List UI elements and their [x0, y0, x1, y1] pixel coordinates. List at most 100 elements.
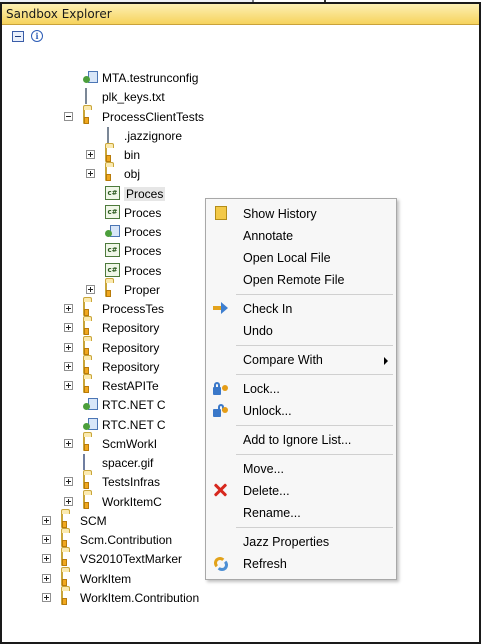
tree-file-row[interactable]: MTA.testrunconfig — [83, 68, 198, 88]
expand-toggle-icon[interactable] — [42, 515, 51, 525]
menu-item-move[interactable]: Move... — [206, 458, 396, 480]
menu-item-compare-with[interactable]: Compare With — [206, 349, 396, 371]
menu-item-open-remote-file[interactable]: Open Remote File — [206, 269, 396, 291]
expand-toggle-icon[interactable] — [86, 169, 95, 179]
tree-file-row[interactable]: c# Proces — [105, 261, 161, 281]
tree-folder-row[interactable]: ScmWorkI — [64, 434, 157, 454]
menu-item-label: Delete... — [243, 484, 290, 498]
menu-item-delete[interactable]: Delete... — [206, 480, 396, 502]
menu-separator — [236, 374, 393, 375]
expand-toggle-icon[interactable] — [64, 496, 73, 506]
tree-item-label: plk_keys.txt — [102, 90, 165, 105]
tree-item-label: Proces — [124, 225, 162, 239]
expand-toggle-icon[interactable] — [64, 438, 73, 448]
tree-item-label: VS2010TextMarker — [80, 552, 183, 567]
tree-folder-row[interactable]: Proper — [86, 280, 160, 300]
menu-item-undo[interactable]: Undo — [206, 320, 396, 342]
tree-folder-row[interactable]: Repository — [64, 338, 159, 358]
delete-icon — [213, 483, 229, 499]
tree-folder-row[interactable]: VS2010TextMarker — [42, 549, 183, 569]
menu-item-label: Annotate — [243, 229, 294, 243]
menu-item-show-history[interactable]: Show History — [206, 203, 396, 225]
tree-item-label: ProcessClientTests — [102, 109, 205, 124]
expand-toggle-icon[interactable] — [64, 381, 73, 390]
menu-item-rename[interactable]: Rename... — [206, 502, 396, 524]
tree-file-row[interactable]: RTC.NET C — [83, 415, 166, 435]
expand-toggle-icon[interactable] — [64, 477, 73, 487]
tree-folder-row[interactable]: ProcessClientTests — [64, 107, 205, 127]
menu-item-open-local-file[interactable]: Open Local File — [206, 247, 396, 269]
menu-item-label: Jazz Properties — [243, 535, 330, 549]
tree-folder-row[interactable]: WorkItem.Contribution — [42, 588, 199, 608]
expand-toggle-icon[interactable] — [64, 342, 73, 352]
tree-item-label: Repository — [102, 321, 160, 336]
folder-icon — [61, 511, 77, 529]
panel-titlebar[interactable]: Sandbox Explorer — [2, 4, 479, 25]
tree-file-row[interactable]: spacer.gif — [83, 453, 153, 473]
tree-item-label: Proces — [124, 263, 162, 278]
menu-item-lock[interactable]: Lock... — [206, 378, 396, 400]
tree-folder-row[interactable]: Repository — [64, 318, 160, 338]
menu-item-annotate[interactable]: Annotate — [206, 225, 396, 247]
tree-folder-row[interactable]: ProcessTes — [64, 299, 164, 319]
tree-folder-row[interactable]: obj — [86, 164, 140, 184]
info-button[interactable]: i — [29, 28, 45, 44]
submenu-arrow-icon — [384, 357, 388, 365]
expand-toggle-icon[interactable] — [64, 323, 73, 333]
expand-toggle-icon[interactable] — [42, 573, 51, 583]
expand-toggle-icon[interactable] — [64, 361, 73, 371]
csharp-file-icon: c# — [105, 262, 121, 279]
tree-file-row[interactable]: Proces — [105, 222, 161, 242]
tree-folder-row[interactable]: Scm.Contribution — [42, 530, 172, 550]
tree-item-label: Proces — [124, 186, 166, 201]
menu-separator — [236, 294, 393, 295]
tree-folder-row[interactable]: TestsInfras — [64, 472, 160, 492]
tree-folder-row[interactable]: WorkItem — [42, 569, 132, 589]
menu-item-check-in[interactable]: Check In — [206, 298, 396, 320]
folder-icon — [83, 357, 99, 375]
expand-toggle-icon[interactable] — [42, 535, 51, 544]
tree-item-label: WorkItem — [80, 571, 132, 586]
tree-file-row[interactable]: c# Proces — [105, 241, 161, 261]
collapse-all-button[interactable] — [10, 28, 26, 44]
menu-item-unlock[interactable]: Unlock... — [206, 400, 396, 422]
expand-toggle-icon[interactable] — [64, 304, 73, 313]
expand-toggle-icon[interactable] — [86, 150, 95, 159]
tree-file-row[interactable]: c# Proces — [105, 184, 166, 204]
tree-item-label: RestAPITe — [102, 379, 159, 393]
tree-item-label: bin — [124, 148, 141, 162]
tree-file-row[interactable]: plk_keys.txt — [83, 87, 165, 107]
menu-separator — [236, 527, 393, 528]
tree-item-label: Proces — [124, 205, 162, 220]
expand-toggle-icon[interactable] — [42, 592, 51, 602]
tree-item-label: WorkItemC — [102, 494, 162, 509]
menu-item-label: Open Local File — [243, 251, 331, 265]
menu-item-refresh[interactable]: Refresh — [206, 553, 396, 575]
text-file-icon — [83, 88, 99, 105]
expand-toggle-icon[interactable] — [86, 284, 95, 294]
tree-file-row[interactable]: RTC.NET C — [83, 395, 166, 415]
menu-item-label: Undo — [243, 324, 273, 338]
config-file-icon — [83, 397, 99, 413]
menu-item-label: Open Remote File — [243, 273, 345, 287]
info-icon: i — [31, 30, 43, 42]
expand-toggle-icon[interactable] — [42, 554, 51, 564]
tree-folder-row[interactable]: WorkItemC — [64, 492, 162, 512]
collapse-toggle-icon[interactable] — [64, 111, 73, 121]
tree-folder-row[interactable]: RestAPITe — [64, 376, 159, 396]
tree-folder-row[interactable]: Repository — [64, 357, 159, 377]
folder-icon — [83, 107, 99, 125]
folder-icon — [83, 338, 99, 356]
menu-item-label: Add to Ignore List... — [243, 433, 352, 447]
menu-item-label: Show History — [243, 207, 317, 221]
panel-toolbar: i — [2, 25, 479, 47]
tree-file-row[interactable]: .jazzignore — [105, 126, 182, 146]
folder-icon — [105, 280, 121, 298]
context-menu: Show History Annotate Open Local File Open … — [205, 198, 397, 580]
tree-file-row[interactable]: c# Proces — [105, 203, 161, 223]
image-file-icon — [83, 454, 99, 471]
lock-icon — [213, 381, 229, 397]
menu-item-jazz-properties[interactable]: Jazz Properties — [206, 531, 396, 553]
menu-item-add-to-ignore-list[interactable]: Add to Ignore List... — [206, 429, 396, 451]
tree-item-label: MTA.testrunconfig — [102, 71, 199, 85]
